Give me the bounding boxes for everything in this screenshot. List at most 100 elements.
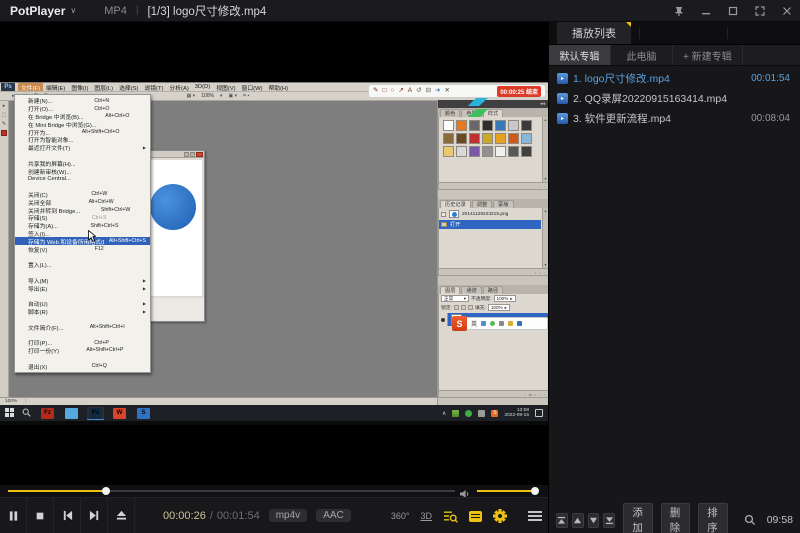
style-swatch[interactable] <box>443 133 454 144</box>
recorder-tool-icon[interactable]: A <box>408 88 412 95</box>
recorder-tool-icon[interactable]: □ <box>382 88 386 95</box>
zoom-dropdown-icon[interactable]: ▾ <box>220 93 223 99</box>
recorder-tool-icon[interactable]: ↗ <box>398 88 403 95</box>
new-layer-icon[interactable]: ▫ <box>539 392 540 397</box>
style-swatch[interactable] <box>456 146 467 157</box>
style-swatch[interactable] <box>443 120 454 131</box>
style-swatch[interactable] <box>508 133 519 144</box>
ps-menu-item[interactable]: 选择(S) <box>116 83 141 91</box>
file-menu-item[interactable]: 退出(X) Ctrl+Q <box>15 362 150 370</box>
fill-field[interactable]: 100%▸ <box>488 304 510 311</box>
panel-tab[interactable]: 通道 <box>461 286 481 294</box>
ps-menu-item[interactable]: 视图(V) <box>213 83 238 91</box>
recording-timer-end-button[interactable]: 00:00:25 结束 <box>497 86 541 97</box>
opacity-field[interactable]: 100%▸ <box>494 295 516 302</box>
history-source-checkbox[interactable] <box>441 212 446 217</box>
ps-menu-item[interactable]: 帮助(H) <box>265 83 291 91</box>
panel-tab[interactable]: 历史记录 <box>440 200 471 208</box>
style-swatch[interactable] <box>482 146 493 157</box>
file-menu-item[interactable]: Device Central... <box>15 175 150 183</box>
layer-fx-icon[interactable]: fx <box>529 392 532 397</box>
styles-scrollbar[interactable]: ▲▼ <box>542 117 548 182</box>
panel-tab[interactable]: 蒙版 <box>493 200 513 208</box>
mic-icon[interactable] <box>490 321 495 326</box>
minimize-button[interactable] <box>692 0 719 22</box>
style-swatch[interactable] <box>495 133 506 144</box>
stereo-3d-button[interactable]: 3D <box>420 511 432 521</box>
move-tool-icon[interactable]: ▸ <box>3 103 6 109</box>
close-button[interactable] <box>773 0 800 22</box>
playlist-item[interactable]: ▸ 3. 软件更新流程.mp4 00:08:04 <box>549 108 800 128</box>
taskbar-app-button[interactable]: Ps <box>87 407 104 420</box>
style-swatch[interactable] <box>495 120 506 131</box>
tray-sogou-icon[interactable]: S <box>491 410 498 417</box>
next-button[interactable] <box>81 498 108 533</box>
delete-button[interactable]: 删除 <box>661 503 690 533</box>
file-menu-item[interactable]: 置入(L)... <box>15 261 150 269</box>
style-swatch[interactable] <box>469 146 480 157</box>
taskbar-app-button[interactable]: S <box>135 407 152 420</box>
file-menu-item[interactable]: 最近打开文件(T) ▶ <box>15 144 150 152</box>
sogou-logo[interactable]: S <box>452 316 467 331</box>
settings-icon[interactable] <box>517 321 522 326</box>
move-down-button[interactable] <box>588 513 600 528</box>
style-swatch[interactable] <box>456 133 467 144</box>
action-center-icon[interactable] <box>535 409 543 417</box>
maximize-button[interactable] <box>719 0 746 22</box>
arrange-docs-icon[interactable]: ▣ ▾ <box>229 93 238 99</box>
marquee-tool-icon[interactable]: ⬚ <box>2 112 7 118</box>
style-swatch[interactable] <box>508 146 519 157</box>
playlist-search-icon[interactable] <box>443 510 458 523</box>
style-swatch[interactable] <box>495 146 506 157</box>
chevron-down-icon[interactable]: ∨ <box>70 6 76 15</box>
style-swatch[interactable] <box>521 146 532 157</box>
status-zoom-level[interactable]: 100% <box>5 399 17 404</box>
lock-position-icon[interactable] <box>468 305 473 310</box>
history-snapshot-row[interactable]: 20141129223215.png <box>439 208 548 220</box>
recorder-tool-icon[interactable]: ⊟ <box>426 88 431 95</box>
layer-mask-icon[interactable]: ▫ <box>535 392 536 397</box>
pen-icon[interactable] <box>481 321 486 326</box>
ps-menu-item[interactable]: 滤镜(T) <box>141 83 166 91</box>
ps-menu-item[interactable]: 图像(I) <box>68 83 91 91</box>
menu-hamburger-icon[interactable] <box>528 511 542 521</box>
move-bottom-button[interactable] <box>603 513 615 528</box>
file-menu-item[interactable]: 创建新审核(W)... <box>15 167 150 175</box>
camera-icon[interactable]: ▫ <box>539 270 540 275</box>
tray-volume-icon[interactable] <box>478 410 485 417</box>
recorder-tool-icon[interactable]: ○ <box>390 88 394 95</box>
seek-handle[interactable] <box>102 487 110 495</box>
style-swatch[interactable] <box>508 120 519 131</box>
ps-menu-item[interactable]: 编辑(E) <box>43 83 68 91</box>
file-menu-item[interactable]: 脚本(R) ▶ <box>15 308 150 316</box>
style-swatch[interactable] <box>521 120 532 131</box>
taskbar-app-button[interactable]: W <box>111 407 128 420</box>
ps-tool-palette[interactable]: ▸ ⬚ ✎ <box>0 101 9 397</box>
panel-tab[interactable]: 路径 <box>483 286 503 294</box>
pause-button[interactable] <box>0 498 27 533</box>
volume-handle[interactable] <box>531 487 539 495</box>
input-mode-toggle[interactable]: 英 <box>471 319 477 328</box>
doc-close-icon[interactable] <box>196 152 203 157</box>
file-menu-item[interactable]: 打印一份(Y) Alt+Shift+Ctrl+P <box>15 347 150 355</box>
playlist-item[interactable]: ▸ 2. QQ录屏20220915163414.mp4 <box>549 88 800 108</box>
playlist-search-icon[interactable] <box>744 514 756 526</box>
file-menu-item[interactable]: 恢复(V) F12 <box>15 245 150 253</box>
style-swatch[interactable] <box>469 120 480 131</box>
taskbar-app-button[interactable]: Fz <box>39 407 56 420</box>
style-swatch[interactable] <box>482 133 493 144</box>
screen-mode-icon[interactable]: ⌗ ▾ <box>243 93 249 99</box>
album-tab[interactable]: 默认专辑 <box>549 45 611 65</box>
toolbox-icon[interactable] <box>508 321 513 326</box>
style-swatch[interactable] <box>482 120 493 131</box>
view-mode-icon[interactable]: ▦ ▾ <box>187 93 196 99</box>
trash-icon[interactable]: ▫ <box>544 392 545 397</box>
ps-menu-item[interactable]: 窗口(W) <box>239 83 266 91</box>
video-display-area[interactable]: Ps 文件(F)编辑(E)图像(I)图层(L)选择(S)滤镜(T)分析(A)3D… <box>0 22 548 485</box>
previous-button[interactable] <box>54 498 81 533</box>
add-button[interactable]: 添加 <box>623 503 652 533</box>
history-scrollbar[interactable]: ▲▼ <box>542 208 548 268</box>
panel-tab[interactable]: 调整 <box>472 200 492 208</box>
app-menu-button[interactable]: PotPlayer <box>10 4 65 18</box>
new-style-icon[interactable]: ▫ <box>539 184 540 189</box>
